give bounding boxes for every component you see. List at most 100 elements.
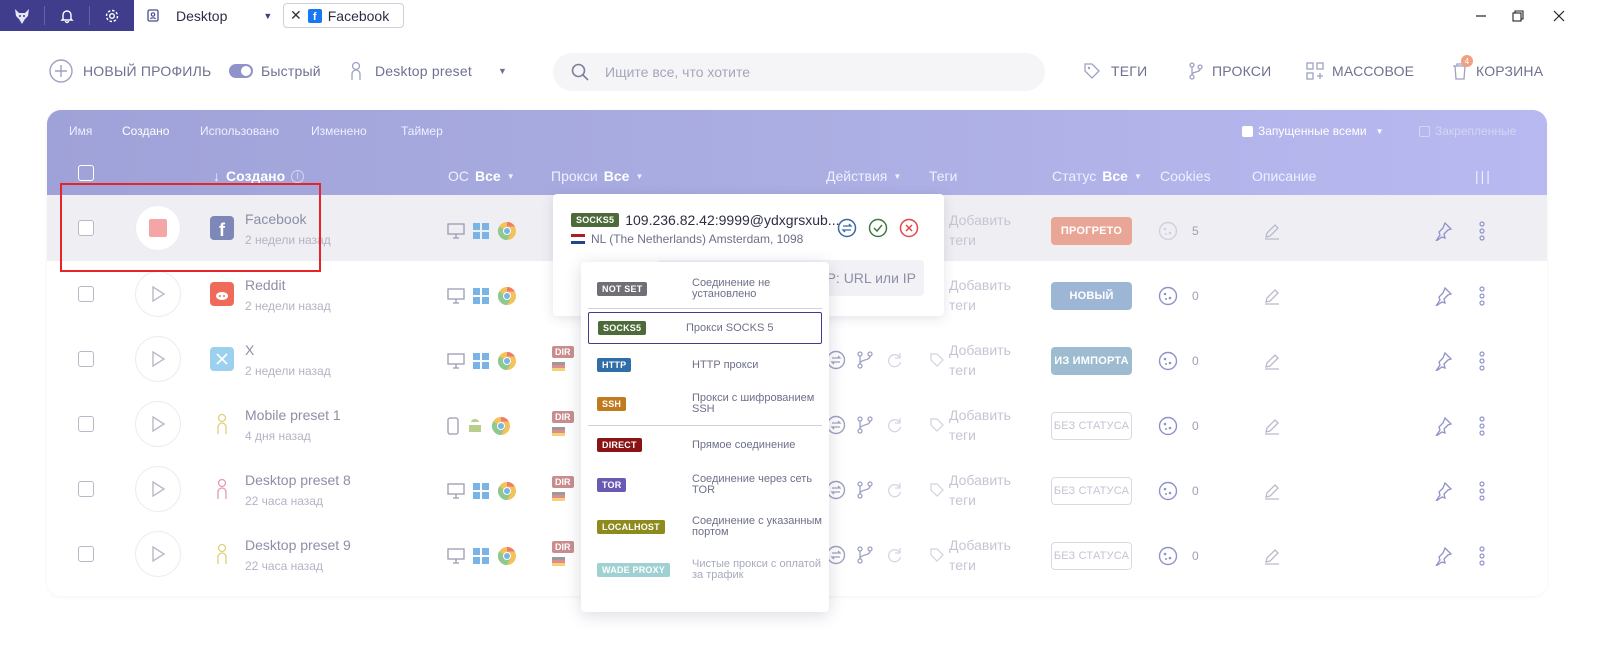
branch-icon[interactable] (855, 350, 875, 370)
row-checkbox[interactable] (78, 286, 94, 302)
more-icon[interactable] (1478, 416, 1486, 441)
refresh-icon[interactable] (884, 350, 904, 370)
close-window-icon[interactable] (1541, 0, 1577, 31)
filter-tab-modified[interactable]: Изменено (311, 124, 367, 138)
profile-name[interactable]: X (245, 342, 254, 358)
edit-icon[interactable] (1263, 352, 1281, 375)
close-icon[interactable]: ✕ (290, 7, 302, 24)
dropdown-item-localhost[interactable]: LOCALHOST Соединение с указанным портом (588, 510, 822, 544)
edit-icon[interactable] (1263, 417, 1281, 440)
minimize-icon[interactable] (1463, 0, 1499, 31)
profile-name[interactable]: Desktop preset 9 (245, 537, 351, 553)
refresh-icon[interactable] (884, 545, 904, 565)
pin-icon[interactable] (1433, 546, 1453, 571)
swap-icon[interactable] (826, 415, 846, 435)
branch-icon[interactable] (855, 415, 875, 435)
wolf-logo-icon[interactable] (2, 0, 42, 31)
edit-icon[interactable] (1263, 482, 1281, 505)
more-icon[interactable] (1478, 546, 1486, 571)
proxies-button[interactable]: ПРОКСИ (1188, 56, 1271, 86)
pin-icon[interactable] (1433, 286, 1453, 311)
dropdown-item-ssh[interactable]: SSH Прокси с шифрованием SSH (588, 387, 822, 421)
toggle-switch[interactable] (229, 64, 253, 78)
col-description[interactable]: Описание (1252, 168, 1316, 184)
proxy-address[interactable]: 109.236.82.42:9999@ydxgrsxub... (625, 212, 839, 228)
select-all-checkbox[interactable] (78, 165, 94, 181)
cancel-icon[interactable] (899, 218, 919, 243)
add-tags[interactable]: Добавить теги (949, 210, 1019, 250)
refresh-icon[interactable] (884, 415, 904, 435)
tags-button[interactable]: ТЕГИ (1083, 56, 1147, 86)
pin-icon[interactable] (1433, 351, 1453, 376)
col-proxy[interactable]: Прокси Все ▼ (551, 168, 643, 184)
search-box[interactable]: Ищите все, что хотите (553, 53, 1045, 91)
tab-facebook[interactable]: ✕ f Facebook (283, 3, 404, 28)
col-actions[interactable]: Действия ▼ (826, 168, 901, 184)
filter-tab-timer[interactable]: Таймер (401, 124, 443, 138)
status-badge[interactable]: БЕЗ СТАТУСА (1051, 477, 1132, 505)
new-profile-button[interactable]: НОВЫЙ ПРОФИЛЬ (49, 56, 211, 86)
status-badge[interactable]: БЕЗ СТАТУСА (1051, 412, 1132, 440)
status-badge[interactable]: НОВЫЙ (1051, 282, 1132, 310)
fast-toggle[interactable]: Быстрый (229, 56, 321, 86)
col-cookies[interactable]: Cookies (1160, 168, 1211, 184)
row-checkbox[interactable] (78, 351, 94, 367)
filter-tab-used[interactable]: Использовано (200, 124, 279, 138)
running-checkbox[interactable] (1242, 125, 1253, 137)
add-tags[interactable]: Добавить теги (949, 405, 1019, 445)
play-button[interactable] (135, 401, 181, 447)
bell-icon[interactable] (47, 0, 87, 31)
branch-icon[interactable] (855, 545, 875, 565)
profile-name[interactable]: Desktop preset 8 (245, 472, 351, 488)
bulk-button[interactable]: МАССОВОЕ (1306, 56, 1414, 86)
status-badge[interactable]: ПРОГРЕТО (1051, 217, 1132, 245)
status-badge[interactable]: ИЗ ИМПОРТА (1051, 347, 1132, 375)
add-tags[interactable]: Добавить теги (949, 275, 1019, 315)
add-tags[interactable]: Добавить теги (949, 340, 1019, 380)
filter-tab-created[interactable]: Создано (122, 124, 169, 138)
more-icon[interactable] (1478, 286, 1486, 311)
add-tags[interactable]: Добавить теги (949, 470, 1019, 510)
pinned-filter[interactable]: Закрепленные (1419, 124, 1516, 138)
col-created[interactable]: ↓ Создано i (213, 168, 305, 184)
preset-select[interactable]: Desktop preset ▼ (349, 56, 507, 86)
filter-tab-name[interactable]: Имя (69, 124, 92, 138)
pin-icon[interactable] (1433, 221, 1453, 246)
pinned-checkbox[interactable] (1419, 125, 1430, 137)
branch-icon[interactable] (855, 480, 875, 500)
edit-icon[interactable] (1263, 222, 1281, 245)
col-os[interactable]: ОС Все ▼ (448, 168, 515, 184)
chevron-down-icon[interactable]: ▼ (263, 11, 272, 21)
profile-name[interactable]: Mobile preset 1 (245, 407, 341, 423)
pin-icon[interactable] (1433, 416, 1453, 441)
row-checkbox[interactable] (78, 546, 94, 562)
dropdown-item-socks5[interactable]: SOCKS5 Прокси SOCKS 5 (588, 312, 822, 344)
play-button[interactable] (135, 271, 181, 317)
more-icon[interactable] (1478, 221, 1486, 246)
col-tags[interactable]: Теги (929, 168, 957, 184)
col-status[interactable]: Статус Все ▼ (1052, 168, 1142, 184)
trash-button[interactable]: 4 КОРЗИНА (1452, 55, 1543, 86)
dropdown-item-not-set[interactable]: NOT SET Соединение не установлено (588, 270, 822, 308)
column-settings-icon[interactable]: ||| (1475, 168, 1492, 184)
swap-icon[interactable] (837, 218, 857, 243)
add-tags[interactable]: Добавить теги (949, 535, 1019, 575)
play-button[interactable] (135, 466, 181, 512)
row-checkbox[interactable] (78, 481, 94, 497)
status-badge[interactable]: БЕЗ СТАТУСА (1051, 542, 1132, 570)
confirm-icon[interactable] (868, 218, 888, 243)
play-button[interactable] (135, 336, 181, 382)
swap-icon[interactable] (826, 480, 846, 500)
tab-desktop[interactable]: Desktop ▼ (136, 0, 272, 31)
pin-icon[interactable] (1433, 481, 1453, 506)
profile-name[interactable]: Reddit (245, 277, 285, 293)
gear-icon[interactable] (92, 0, 132, 31)
dropdown-item-direct[interactable]: DIRECT Прямое соединение (588, 430, 822, 460)
more-icon[interactable] (1478, 351, 1486, 376)
dropdown-item-http[interactable]: HTTP HTTP прокси (588, 350, 822, 380)
edit-icon[interactable] (1263, 547, 1281, 570)
edit-icon[interactable] (1263, 287, 1281, 310)
row-checkbox[interactable] (78, 416, 94, 432)
dropdown-item-wade-proxy[interactable]: WADE PROXY Чистые прокси с оплатой за тр… (588, 553, 822, 587)
play-button[interactable] (135, 531, 181, 577)
